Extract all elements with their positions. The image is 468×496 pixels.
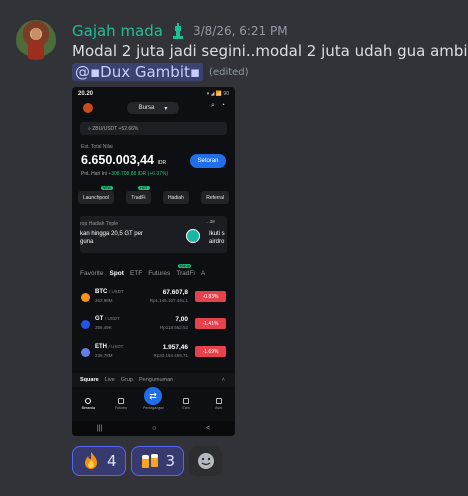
market-tabs: Favorite Spot ETF Futures TradFi 30&Up A (80, 264, 206, 277)
fire-icon (85, 452, 97, 469)
action-referral: Referral (201, 191, 229, 204)
btc-icon (81, 293, 90, 302)
username[interactable]: Gajah mada (72, 22, 163, 40)
beer-mugs-icon (141, 454, 158, 468)
message-timestamp: 3/8/26, 6:21 PM (192, 24, 288, 38)
action-launchpool: Launchpool NEW (78, 186, 114, 204)
caret-down-icon: ▾ (164, 105, 168, 112)
reaction-beers[interactable]: 3 (130, 446, 185, 476)
action-hadiah: Hadiah (162, 191, 189, 204)
promo-banner: rop Hadiah Triple kan hingga 20,5 GT per… (80, 216, 227, 253)
market-row-gt: GT / USDT 356,49K 7,00 Rp118.562,53 -1.4… (80, 315, 227, 335)
top-icons: ⌕ ◔ (211, 102, 225, 109)
balance-label: Est. Total Nilai (81, 144, 113, 150)
deposit-button: Setoran (190, 154, 226, 168)
edited-label: (edited) (209, 66, 249, 78)
app-logo-icon (83, 103, 93, 113)
square-tabs: Square Live Grup Pengumuman ˄ (72, 373, 235, 387)
pnl-today: PnL Hari Ini +308.708,88 IDR (+6.37%) (81, 171, 169, 177)
message-header: Gajah mada 3/8/26, 6:21 PM (72, 21, 288, 41)
trade-swap-icon: ⇄ (144, 387, 162, 405)
smiley-icon (197, 453, 214, 469)
role-icon[interactable] (171, 23, 185, 39)
chevron-up-icon: ˄ (221, 377, 225, 383)
action-tradfi: TradFi HOT (126, 186, 151, 204)
add-reaction-button[interactable] (189, 446, 223, 476)
user-avatar[interactable] (16, 20, 56, 60)
nav-home: Beranda (74, 398, 102, 410)
reactions-bar: 4 3 (72, 446, 223, 476)
attached-screenshot[interactable]: 20.20 ▾ ◢ 📶 90 Bursa ▾ ⌕ ◔ ⌕ ZBU/USDT +52… (72, 87, 235, 436)
gt-coin-icon (186, 229, 200, 243)
reaction-count: 3 (165, 452, 176, 470)
pair-search: ⌕ ZBU/USDT +52.66% (80, 122, 227, 135)
gt-icon (81, 320, 90, 329)
phone-status-icons: ▾ ◢ 📶 90 (206, 91, 229, 97)
user-mention[interactable]: @▪Dux Gambit▪ (72, 63, 204, 81)
reaction-fire[interactable]: 4 (72, 446, 126, 476)
nav-futures: Futures (107, 398, 135, 410)
system-nav-bar: ||| ○ < (72, 421, 235, 436)
reaction-count: 4 (107, 452, 117, 470)
eth-icon (81, 348, 90, 357)
quick-actions: Launchpool NEW TradFi HOT Hadiah Referral (78, 186, 229, 204)
mode-select: Bursa ▾ (127, 102, 179, 114)
balance-value: 6.650.003,44 IDR (81, 153, 167, 167)
nav-assets: Aset (205, 398, 233, 410)
message-text: Modal 2 juta jadi segini..modal 2 juta u… (72, 42, 468, 60)
nav-earn: Earn (172, 398, 200, 410)
phone-time: 20.20 (78, 91, 94, 97)
market-row-eth: ETH / USDT 236,78M 1.957,46 Rp33.154.469… (80, 343, 227, 363)
market-row-btc: BTC / USDT 352,98M 67.607,8 Rp1.145.107.… (80, 288, 227, 308)
